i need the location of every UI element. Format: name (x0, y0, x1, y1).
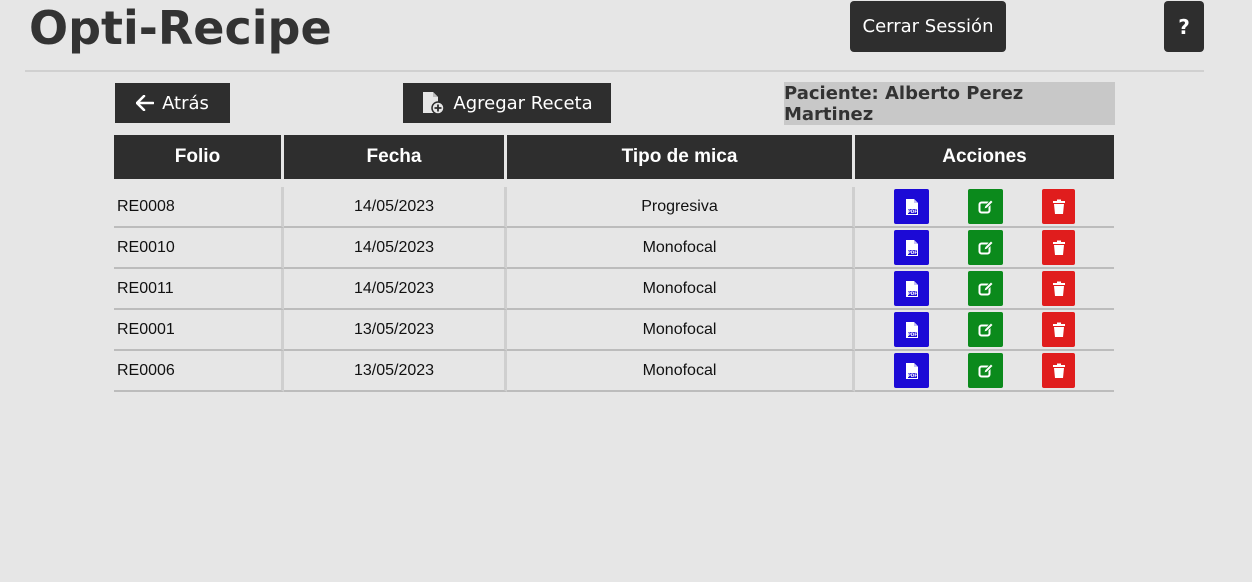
cell-fecha: 13/05/2023 (284, 351, 507, 392)
pdf-button[interactable]: PDF (894, 189, 929, 224)
delete-button[interactable] (1042, 189, 1075, 224)
edit-icon (978, 280, 994, 297)
pdf-button[interactable]: PDF (894, 353, 929, 388)
edit-icon (978, 362, 994, 379)
cell-acciones: PDF (855, 351, 1114, 392)
edit-button[interactable] (968, 230, 1003, 265)
help-button[interactable]: ? (1164, 1, 1204, 52)
cell-folio: RE0008 (114, 187, 284, 228)
arrow-left-icon (136, 95, 155, 111)
trash-icon (1052, 322, 1066, 338)
svg-text:PDF: PDF (907, 209, 917, 214)
edit-button[interactable] (968, 353, 1003, 388)
trash-icon (1052, 281, 1066, 297)
cell-tipo: Progresiva (507, 187, 855, 228)
edit-icon (978, 321, 994, 338)
table-row: RE0008 14/05/2023 Progresiva PDF (114, 187, 1114, 228)
column-header-tipo: Tipo de mica (507, 135, 855, 179)
cell-acciones: PDF (855, 187, 1114, 228)
edit-icon (978, 239, 994, 256)
svg-text:PDF: PDF (907, 373, 917, 378)
edit-icon (978, 198, 994, 215)
cell-acciones: PDF (855, 310, 1114, 351)
add-recipe-button[interactable]: Agregar Receta (403, 83, 611, 123)
cell-fecha: 14/05/2023 (284, 228, 507, 269)
patient-label: Paciente: Alberto Perez Martinez (784, 82, 1115, 125)
recipes-table: Folio Fecha Tipo de mica Acciones RE0008… (114, 135, 1114, 392)
table-row: RE0001 13/05/2023 Monofocal PDF (114, 310, 1114, 351)
cell-tipo: Monofocal (507, 351, 855, 392)
header-divider (25, 70, 1204, 72)
trash-icon (1052, 240, 1066, 256)
pdf-button[interactable]: PDF (894, 271, 929, 306)
column-header-fecha: Fecha (284, 135, 507, 179)
cell-tipo: Monofocal (507, 228, 855, 269)
cell-folio: RE0006 (114, 351, 284, 392)
delete-button[interactable] (1042, 271, 1075, 306)
cell-folio: RE0001 (114, 310, 284, 351)
back-button-label: Atrás (162, 92, 209, 114)
svg-text:PDF: PDF (907, 250, 917, 255)
app-title: Opti-Recipe (29, 1, 332, 55)
file-add-icon (421, 91, 446, 115)
delete-button[interactable] (1042, 312, 1075, 347)
table-row: RE0006 13/05/2023 Monofocal PDF (114, 351, 1114, 392)
cell-folio: RE0010 (114, 228, 284, 269)
pdf-icon: PDF (905, 198, 919, 216)
column-header-folio: Folio (114, 135, 284, 179)
cell-acciones: PDF (855, 228, 1114, 269)
add-recipe-label: Agregar Receta (453, 92, 593, 114)
column-header-acciones: Acciones (855, 135, 1114, 179)
edit-button[interactable] (968, 189, 1003, 224)
pdf-icon: PDF (905, 362, 919, 380)
pdf-icon: PDF (905, 321, 919, 339)
table-row: RE0011 14/05/2023 Monofocal PDF (114, 269, 1114, 310)
cell-folio: RE0011 (114, 269, 284, 310)
trash-icon (1052, 363, 1066, 379)
cell-tipo: Monofocal (507, 310, 855, 351)
svg-text:PDF: PDF (907, 291, 917, 296)
back-button[interactable]: Atrás (115, 83, 230, 123)
table-row: RE0010 14/05/2023 Monofocal PDF (114, 228, 1114, 269)
delete-button[interactable] (1042, 230, 1075, 265)
delete-button[interactable] (1042, 353, 1075, 388)
pdf-icon: PDF (905, 280, 919, 298)
pdf-icon: PDF (905, 239, 919, 257)
cell-fecha: 13/05/2023 (284, 310, 507, 351)
logout-button[interactable]: Cerrar Sessión (850, 1, 1006, 52)
cell-tipo: Monofocal (507, 269, 855, 310)
cell-fecha: 14/05/2023 (284, 187, 507, 228)
trash-icon (1052, 199, 1066, 215)
svg-text:PDF: PDF (907, 332, 917, 337)
pdf-button[interactable]: PDF (894, 312, 929, 347)
edit-button[interactable] (968, 312, 1003, 347)
edit-button[interactable] (968, 271, 1003, 306)
cell-fecha: 14/05/2023 (284, 269, 507, 310)
pdf-button[interactable]: PDF (894, 230, 929, 265)
cell-acciones: PDF (855, 269, 1114, 310)
